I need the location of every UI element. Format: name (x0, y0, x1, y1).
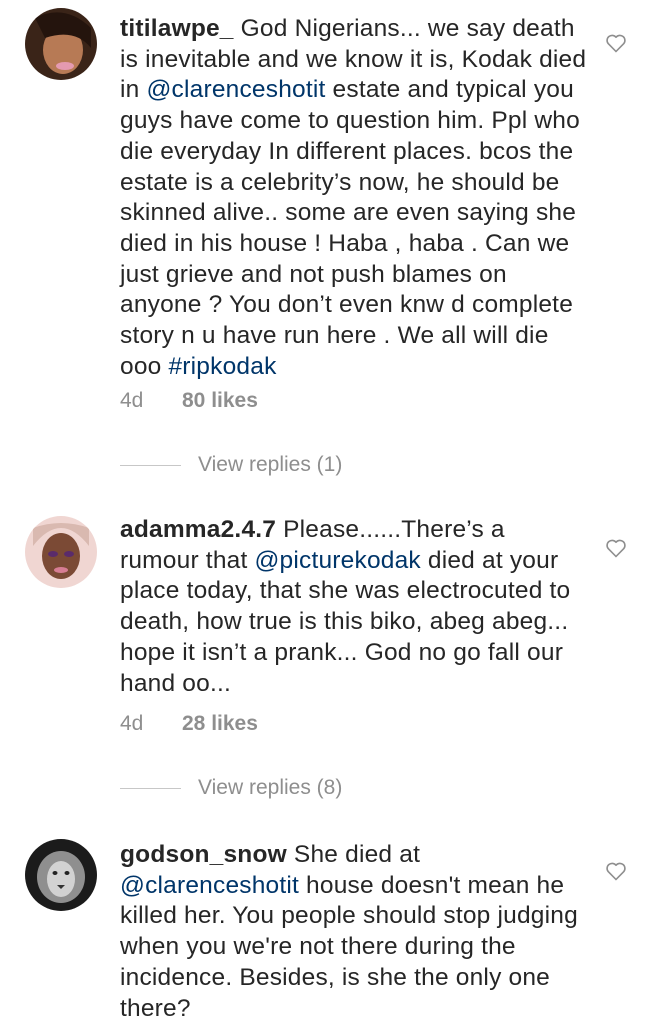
likes-count[interactable]: 80 likes (182, 389, 258, 412)
avatar[interactable] (25, 516, 97, 588)
username[interactable]: adamma2.4.7 (120, 516, 276, 543)
comment-text: She died at (286, 841, 421, 868)
comment-meta: 4d 28 likes (120, 712, 258, 736)
view-replies-label: View replies (8) (198, 776, 343, 799)
divider (120, 464, 181, 466)
divider (120, 787, 181, 789)
comment-body: titilawpe_ God Nigerians... we say death… (120, 14, 590, 382)
comment-text: estate and typical you guys have come to… (120, 76, 580, 380)
mention-link[interactable]: @picturekodak (254, 547, 420, 574)
view-replies-label: View replies (1) (198, 453, 343, 476)
view-replies-button[interactable]: View replies (1) (120, 453, 342, 477)
heart-outline-icon[interactable] (604, 859, 628, 883)
likes-count[interactable]: 28 likes (182, 712, 258, 735)
hashtag-link[interactable]: #ripkodak (168, 353, 276, 380)
mention-link[interactable]: @clarenceshotit (146, 76, 325, 103)
heart-outline-icon[interactable] (604, 31, 628, 55)
view-replies-button[interactable]: View replies (8) (120, 776, 342, 800)
username[interactable]: titilawpe_ (120, 15, 234, 42)
comment-meta: 4d 80 likes (120, 389, 258, 413)
avatar[interactable] (25, 8, 97, 80)
mention-link[interactable]: @clarenceshotit (120, 872, 299, 899)
username[interactable]: godson_snow (120, 841, 287, 868)
avatar[interactable] (25, 839, 97, 911)
comment-body: godson_snow She died at @clarenceshotit … (120, 840, 590, 1024)
timestamp: 4d (120, 712, 144, 735)
timestamp: 4d (120, 389, 144, 412)
comment-body: adamma2.4.7 Please......There’s a rumour… (120, 515, 590, 699)
heart-outline-icon[interactable] (604, 536, 628, 560)
